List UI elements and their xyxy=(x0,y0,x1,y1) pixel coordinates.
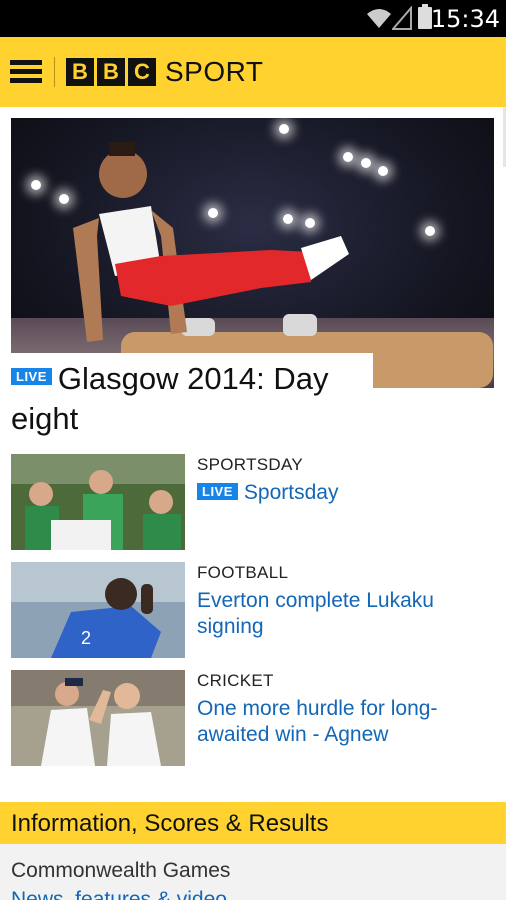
hero-image[interactable] xyxy=(11,118,494,388)
wifi-icon xyxy=(367,9,391,28)
logo-word-sport: SPORT xyxy=(165,56,264,87)
cricketers-photo-icon xyxy=(11,670,185,766)
status-bar: 15:34 xyxy=(0,0,506,37)
story-section-label: FOOTBALL xyxy=(197,563,289,582)
live-badge: LIVE xyxy=(197,482,238,500)
app-header: B B C SPORT xyxy=(0,37,506,107)
fans-photo-icon xyxy=(11,454,185,550)
story-section-label: SPORTSDAY xyxy=(197,455,303,474)
header-divider xyxy=(54,57,55,87)
live-badge: LIVE xyxy=(11,368,52,386)
story-thumbnail-fans[interactable] xyxy=(11,454,185,550)
hero-caption[interactable]: LIVE Glasgow 2014: Day eight xyxy=(0,353,373,439)
info-section-header: Information, Scores & Results xyxy=(0,802,506,844)
story-headline-link[interactable]: Everton complete Lukaku signing xyxy=(197,588,487,640)
info-section-body: Commonwealth Games News, features & vide… xyxy=(0,844,506,900)
story-item-football[interactable]: 2 FOOTBALL Everton complete Lukaku signi… xyxy=(11,562,495,658)
gymnast-figure-icon xyxy=(73,142,493,388)
story-headline-link[interactable]: LIVE Sportsday xyxy=(197,480,487,506)
hero-title-text[interactable]: LIVE Glasgow 2014: Day eight xyxy=(11,359,362,439)
story-thumbnail-cricketers[interactable] xyxy=(11,670,185,766)
info-link-news[interactable]: News, features & video xyxy=(11,887,227,900)
story-text[interactable]: SPORTSDAY LIVE Sportsday xyxy=(197,454,487,506)
logo-letter-c: C xyxy=(128,58,156,86)
story-headline-text[interactable]: Sportsday xyxy=(244,481,339,504)
hero-headline[interactable]: Glasgow 2014: Day eight xyxy=(11,361,328,436)
hamburger-menu-icon[interactable] xyxy=(10,60,42,84)
story-section-label: CRICKET xyxy=(197,671,274,690)
story-text[interactable]: CRICKET One more hurdle for long-awaited… xyxy=(197,670,487,748)
logo-letter-b1: B xyxy=(66,58,94,86)
footballer-photo-icon: 2 xyxy=(11,562,185,658)
logo-letter-b2: B xyxy=(97,58,125,86)
story-headline-link[interactable]: One more hurdle for long-awaited win - A… xyxy=(197,696,487,748)
info-item-commonwealth-games[interactable]: Commonwealth Games xyxy=(11,858,230,884)
svg-text:2: 2 xyxy=(81,628,91,648)
signal-icon xyxy=(392,6,412,30)
status-time: 15:34 xyxy=(430,5,500,33)
info-section-title: Information, Scores & Results xyxy=(11,810,329,837)
bbc-sport-logo[interactable]: B B C SPORT xyxy=(66,56,264,87)
story-text[interactable]: FOOTBALL Everton complete Lukaku signing xyxy=(197,562,487,640)
story-item-cricket[interactable]: CRICKET One more hurdle for long-awaited… xyxy=(11,670,495,766)
story-thumbnail-footballer[interactable]: 2 xyxy=(11,562,185,658)
story-item-sportsday[interactable]: SPORTSDAY LIVE Sportsday xyxy=(11,454,495,550)
